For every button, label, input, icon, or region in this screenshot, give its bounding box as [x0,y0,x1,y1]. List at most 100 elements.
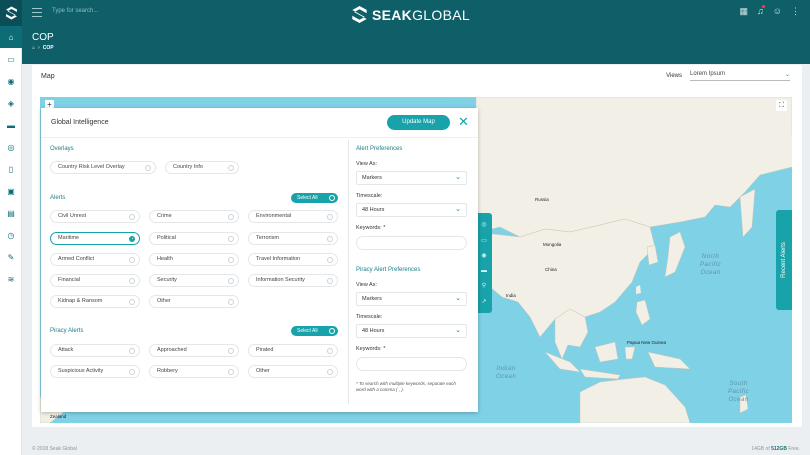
views-select[interactable]: Lorem Ipsum ⌄ [690,71,790,81]
chevron-down-icon: ⌄ [455,174,461,181]
map-tool-strip: ◎ ▭ ◉ ▬ ⚲ ↗ [476,213,492,313]
location-pin-icon[interactable]: ◉ [481,252,486,259]
keywords-hint: * To search with multiple keywords, sepa… [356,381,456,392]
home-icon[interactable]: ⌂ [32,45,35,51]
top-icons: ▦ ♫ ☺ ⋮ [740,5,800,17]
chevron-down-icon: ⌄ [784,72,790,78]
alert-view-as-select[interactable]: Markers ⌄ [356,171,467,185]
fullscreen-icon[interactable]: ⛶ [776,100,787,111]
app-logo-icon[interactable] [0,0,22,26]
breadcrumb-item[interactable]: COP [43,45,54,51]
rss-icon[interactable]: ≋ [0,268,22,290]
globe-icon[interactable]: ◎ [0,136,22,158]
radio-icon [329,195,335,201]
map-label-papua: Papua New Guinea [627,340,667,345]
breadcrumb-separator-icon: › [38,45,40,51]
alert-option[interactable]: Political [149,232,239,245]
panel-title: Global Intelligence [51,119,109,126]
shield-icon[interactable]: ◈ [0,92,22,114]
piracy-option[interactable]: Pirated [248,344,338,357]
map-label-china: China [545,267,557,272]
map-label-india: India [506,293,516,298]
alert-timescale-select[interactable]: 48 Hours ⌄ [356,203,467,217]
chevron-down-icon: ⌄ [455,295,461,302]
alert-option[interactable]: Armed Conflict [50,253,140,266]
document-icon[interactable]: ▯ [0,158,22,180]
layers-icon[interactable]: ▭ [481,237,487,244]
map-card-title: Map [41,73,55,80]
left-nav-rail: ⌂ ▭ ◉ ◈ ▬ ◎ ▯ ▣ ▤ ◷ ✎ ≋ [0,0,22,455]
piracy-timescale-select[interactable]: 48 Hours ⌄ [356,324,467,338]
alert-option-selected[interactable]: Maritime [50,232,140,245]
marker-icon[interactable]: ⚲ [482,282,486,289]
piracy-view-as-select[interactable]: Markers ⌄ [356,292,467,306]
recent-alerts-tab[interactable]: Recent Alerts [776,210,792,310]
search-input[interactable]: Type for search... [52,8,98,14]
chevron-down-icon: ⌄ [455,327,461,334]
alert-option[interactable]: Financial [50,274,140,287]
overlays-heading: Overlays [50,146,74,152]
piracy-alerts-heading: Piracy Alerts [50,328,84,334]
page-header: SEAKGLOBAL COP ⌂ › COP [22,6,810,64]
radio-icon [228,164,234,171]
home-icon[interactable]: ⌂ [0,26,22,48]
location-pin-icon[interactable]: ◉ [0,70,22,92]
alert-option[interactable]: Other [149,295,239,308]
piracy-option[interactable]: Attack [50,344,140,357]
piracy-preferences-heading: Piracy Alert Preferences [356,267,421,273]
alert-option[interactable]: Terrorism [248,232,338,245]
alert-keywords-input[interactable] [356,236,467,250]
clock-icon[interactable]: ◷ [0,224,22,246]
timescale-label: Timescale: [356,314,383,320]
view-as-label: View As: [356,282,377,288]
views-label: Views [666,73,682,79]
timescale-label: Timescale: [356,193,383,199]
alert-option[interactable]: Crime [149,210,239,223]
alert-option[interactable]: Security [149,274,239,287]
map-label-north-pacific: North Pacific Ocean [700,254,722,276]
keywords-label: Keywords: * [356,225,386,231]
alert-option[interactable]: Environmental [248,210,338,223]
alerts-select-all-button[interactable]: Select All [291,193,338,203]
bell-icon[interactable]: ♫ [757,5,765,17]
update-map-button[interactable]: Update Map [387,115,450,130]
panel-column-divider [348,140,349,404]
map-icon[interactable]: ▭ [0,48,22,70]
radio-icon [329,328,335,334]
file-icon[interactable]: ▤ [0,202,22,224]
map-label-zealand: Zealand [50,414,67,419]
footer-storage: 14GB of 512GB Free. [751,446,800,452]
alert-option[interactable]: Civil Unrest [50,210,140,223]
close-icon[interactable]: ✕ [458,115,469,129]
globe-icon[interactable]: ◎ [481,221,486,228]
piracy-option[interactable]: Robbery [149,365,239,378]
piracy-option[interactable]: Other [248,365,338,378]
alert-option[interactable]: Kidnap & Ransom [50,295,140,308]
map-label-south-pacific: South Pacific Ocean [728,381,750,403]
overlay-option[interactable]: Country Risk Level Overlay [50,161,156,174]
car-icon[interactable]: ▬ [0,114,22,136]
grid-icon[interactable]: ▦ [740,6,749,17]
panel-header-divider [41,137,478,138]
views-control: Views Lorem Ipsum ⌄ [666,71,790,81]
briefcase-icon[interactable]: ▣ [0,180,22,202]
menu-icon[interactable] [32,8,42,17]
map-label-russia: Russia [535,197,549,202]
car-icon[interactable]: ▬ [481,268,487,274]
alert-option[interactable]: Travel Information [248,253,338,266]
piracy-option[interactable]: Approached [149,344,239,357]
more-icon[interactable]: ⋮ [791,6,800,17]
piracy-select-all-button[interactable]: Select All [291,326,338,336]
overlay-option[interactable]: Country Info [165,161,239,174]
alert-option[interactable]: Information Security [248,274,338,287]
piracy-keywords-input[interactable] [356,357,467,371]
alerts-heading: Alerts [50,195,66,201]
edit-icon[interactable]: ✎ [0,246,22,268]
alert-option[interactable]: Health [149,253,239,266]
footer-copyright: © 2018 Seak Global [32,446,77,452]
notification-dot [761,5,765,8]
piracy-option[interactable]: Suspicious Activity [50,365,140,378]
user-icon[interactable]: ☺ [773,6,782,17]
breadcrumb: ⌂ › COP [32,45,54,51]
route-icon[interactable]: ↗ [481,298,486,305]
